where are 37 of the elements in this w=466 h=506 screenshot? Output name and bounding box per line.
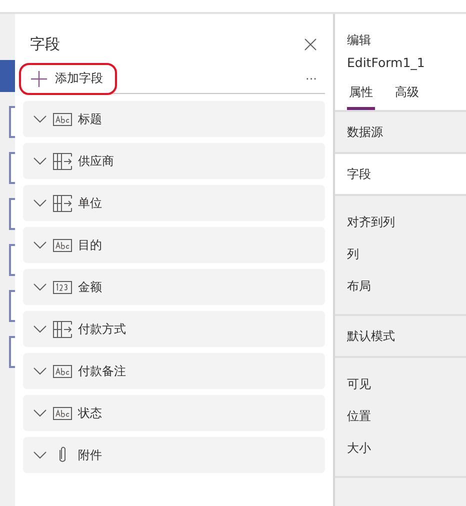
lookup-field-icon	[53, 194, 72, 212]
add-field-button[interactable]: 添加字段	[19, 62, 117, 94]
more-options-button[interactable]: ···	[306, 72, 317, 86]
tab[interactable]: 高级	[393, 80, 421, 110]
plus-icon	[31, 70, 47, 86]
field-label: 单位	[78, 194, 102, 212]
text-field-icon	[53, 406, 72, 420]
close-icon	[304, 38, 317, 50]
field-label: 目的	[78, 236, 102, 254]
field-card[interactable]: 单位	[23, 185, 325, 221]
field-label: 金额	[78, 278, 102, 296]
field-card[interactable]: 附件	[23, 437, 325, 473]
field-card[interactable]: 供应商	[23, 143, 325, 179]
field-label: 附件	[78, 446, 102, 464]
form-header-bar	[0, 60, 15, 92]
panel-title: 字段	[30, 34, 60, 54]
pane-caption: 编辑	[347, 32, 372, 49]
field-label: 付款备注	[78, 362, 126, 380]
field-card[interactable]: 状态	[23, 395, 325, 431]
field-label: 供应商	[78, 152, 114, 170]
field-card[interactable]: 付款备注	[23, 353, 325, 389]
field-card[interactable]: 目的	[23, 227, 325, 263]
text-field-icon	[53, 238, 72, 252]
lookup-field-icon	[53, 320, 72, 338]
control-name: EditForm1_1	[347, 55, 426, 70]
text-field-icon	[53, 364, 72, 378]
property-row[interactable]: 字段	[335, 154, 466, 194]
close-button[interactable]	[304, 38, 317, 50]
field-card[interactable]: 标题	[23, 101, 325, 137]
field-label: 标题	[78, 110, 102, 128]
text-field-icon	[53, 112, 72, 126]
field-card[interactable]: 付款方式	[23, 311, 325, 347]
number-field-icon	[53, 280, 72, 294]
field-card[interactable]: 金额	[23, 269, 325, 305]
field-label: 付款方式	[78, 320, 126, 338]
field-label: 状态	[78, 404, 102, 422]
lookup-field-icon	[53, 152, 72, 170]
